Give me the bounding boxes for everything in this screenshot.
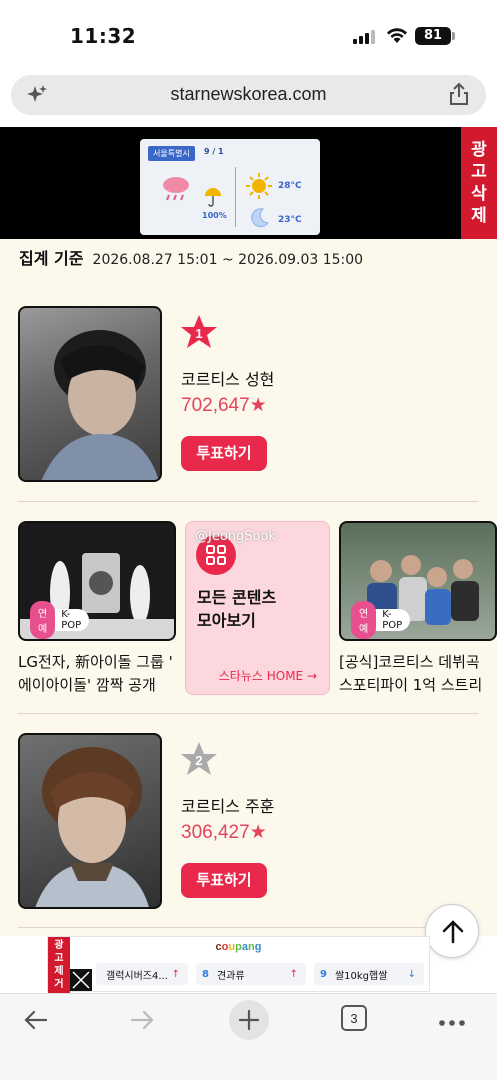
umbrella-icon xyxy=(204,187,222,211)
temp-low: 23°C xyxy=(278,215,302,225)
news-tags: 연예 K-POP xyxy=(30,601,90,639)
keyword-item[interactable]: 8 견과류 ↑ xyxy=(196,963,306,985)
moon-icon xyxy=(248,207,270,233)
vote-button[interactable]: 투표하기 xyxy=(181,436,267,471)
category-tag: 연예 xyxy=(351,601,377,639)
arrow-up-icon xyxy=(442,920,464,944)
browser-toolbar: 3 xyxy=(0,993,497,1080)
trend-down-icon: ↓ xyxy=(407,968,416,980)
back-button[interactable] xyxy=(20,1004,52,1040)
address-bar[interactable]: starnewskorea.com xyxy=(11,75,486,115)
arrow-right-icon xyxy=(130,1010,154,1030)
vote-count: 306,427★ xyxy=(181,822,267,843)
artist-name: 코르티스 성현 xyxy=(181,370,275,389)
ad-delete-button[interactable]: 광 고 삭 제 xyxy=(461,127,497,239)
artist-name: 코르티스 주훈 xyxy=(181,797,275,816)
new-tab-button[interactable] xyxy=(228,999,270,1045)
tabs-button[interactable]: 3 xyxy=(340,1004,368,1036)
vote-button[interactable]: 투표하기 xyxy=(181,863,267,898)
rank-number: 2 xyxy=(195,753,202,768)
category-tag: 연예 xyxy=(30,601,56,639)
divider xyxy=(18,713,478,714)
sun-icon xyxy=(246,173,272,203)
genre-tag: K-POP xyxy=(61,609,82,631)
news-title[interactable]: LG전자, 新아이돌 그룹 ' 에이아이돌' 깜짝 공개 xyxy=(18,651,186,697)
cellular-signal-icon xyxy=(353,30,377,44)
keyword-item[interactable]: 9 쌀10kg햅쌀 ↓ xyxy=(314,963,424,985)
trend-up-icon: ↑ xyxy=(171,968,180,980)
rank-1-star-badge: 1 xyxy=(180,314,218,354)
battery-tip xyxy=(452,32,455,40)
status-bar: 11:32 81 xyxy=(0,0,497,70)
keyword-item[interactable]: 갤럭시버즈4... ↑ xyxy=(96,963,188,985)
artist-photo[interactable] xyxy=(18,306,162,482)
plus-icon xyxy=(229,1000,269,1040)
all-contents-title: 모든 콘텐츠 모아보기 xyxy=(197,588,277,630)
weather-region: 서울특별시 xyxy=(148,146,195,161)
period-range: 2026.08.27 15:01 ~ 2026.09.03 15:00 xyxy=(92,252,364,268)
share-icon[interactable] xyxy=(448,82,470,110)
divider xyxy=(18,927,478,928)
temp-high: 28°C xyxy=(278,181,302,191)
trend-up-icon: ↑ xyxy=(289,968,298,980)
clock: 11:32 xyxy=(70,24,137,48)
coupang-logo: coupang xyxy=(215,941,262,953)
genre-tag: K-POP xyxy=(382,609,403,631)
forward-button[interactable] xyxy=(126,1004,158,1040)
wifi-icon xyxy=(386,26,408,48)
rain-chance: 100% xyxy=(202,211,227,220)
period-label: 집계 기준 xyxy=(19,249,84,268)
news-title[interactable]: [공식]코르티스 데뷔곡 스포티파이 1억 스트리 xyxy=(339,651,497,697)
weather-card[interactable]: 서울특별시 9 / 1 100% 28°C 23°C xyxy=(140,139,320,235)
ranking-content: 집계 기준 2026.08.27 15:01 ~ 2026.09.03 15:0… xyxy=(0,239,497,936)
scroll-to-top-button[interactable] xyxy=(425,904,479,958)
vote-count: 702,647★ xyxy=(181,395,267,416)
starnews-home-link[interactable]: 스타뉴스 HOME → xyxy=(219,667,317,684)
more-dots-icon xyxy=(439,1020,465,1026)
weather-divider xyxy=(235,167,236,227)
svg-text:3: 3 xyxy=(350,1011,357,1026)
arrow-left-icon xyxy=(24,1010,48,1030)
rank-number: 1 xyxy=(195,326,202,341)
url-text[interactable]: starnewskorea.com xyxy=(11,84,486,105)
watermark: @JeongSook xyxy=(195,529,276,544)
battery-icon: 81 xyxy=(415,27,451,45)
weather-ad-banner[interactable]: 서울특별시 9 / 1 100% 28°C 23°C xyxy=(0,127,497,239)
tabs-icon: 3 xyxy=(341,1005,367,1031)
artist-photo[interactable] xyxy=(18,733,162,909)
weather-date: 9 / 1 xyxy=(204,147,224,156)
all-contents-card[interactable]: 모든 콘텐츠 모아보기 스타뉴스 HOME → xyxy=(185,521,330,695)
news-tags: 연예 K-POP xyxy=(351,601,411,639)
rank-2-star-badge: 2 xyxy=(180,741,218,781)
coupang-ad[interactable]: 광 고 제 거 coupang 갤럭시버즈4... ↑ 8 견과류 ↑ 9 쌀1… xyxy=(47,936,430,993)
period-row: 집계 기준 2026.08.27 15:01 ~ 2026.09.03 15:0… xyxy=(19,245,363,269)
close-icon[interactable] xyxy=(70,969,92,991)
divider xyxy=(18,501,478,502)
more-button[interactable] xyxy=(438,1012,466,1031)
rain-cloud-icon xyxy=(160,173,192,207)
